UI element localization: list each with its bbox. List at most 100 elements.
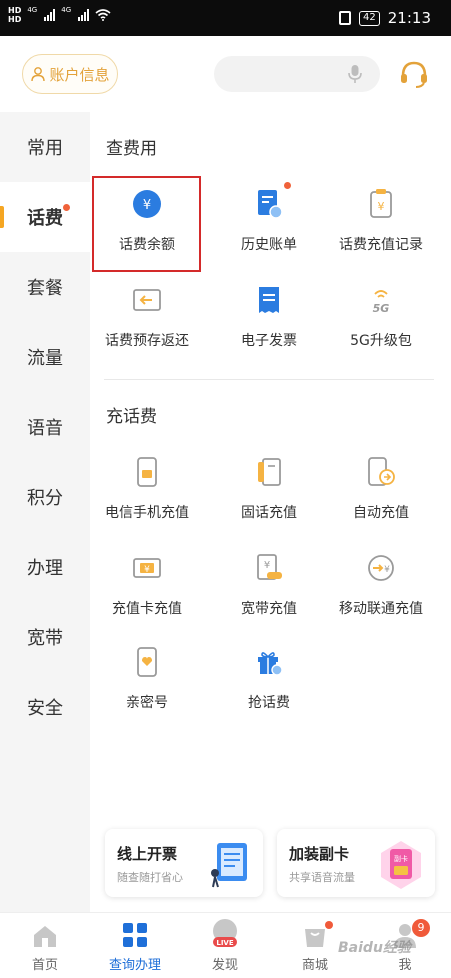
sidebar-item-common[interactable]: 常用	[0, 112, 90, 182]
intimate-number-item[interactable]: 亲密号	[90, 642, 204, 712]
sidebar-item-plan[interactable]: 套餐	[0, 252, 90, 322]
notification-dot	[325, 921, 333, 929]
sidebar-item-security[interactable]: 安全	[0, 672, 90, 742]
account-info-label: 账户信息	[49, 65, 110, 84]
auto-recharge-item[interactable]: 自动充值	[324, 452, 438, 522]
gift-icon	[249, 642, 289, 682]
history-bill-item[interactable]: 历史账单	[212, 182, 326, 254]
nav-home[interactable]: 首页	[0, 913, 90, 978]
battery-indicator: 42	[359, 10, 380, 26]
promo-title: 线上开票	[117, 845, 178, 863]
add-sub-card-card[interactable]: 加装副卡 共享语音流量 副卡	[277, 829, 435, 897]
vibrate-icon	[339, 11, 352, 25]
sidebar-item-data[interactable]: 流量	[0, 322, 90, 392]
auto-recharge-icon	[361, 452, 401, 492]
broadband-recharge-label: 宽带充值	[241, 601, 297, 617]
svg-text:副卡: 副卡	[394, 854, 408, 863]
status-right: 42 21:13	[339, 9, 431, 27]
recharge-record-icon: ¥	[361, 184, 401, 224]
sidebar-item-label: 安全	[27, 698, 63, 719]
nav-label: 查询办理	[108, 958, 161, 973]
sidebar-item-label: 话费	[27, 208, 63, 229]
account-info-button[interactable]: 账户信息	[22, 54, 118, 94]
online-invoice-card[interactable]: 线上开票 随查随打省心	[105, 829, 263, 897]
landline-icon	[249, 452, 289, 492]
live-icon: LIVE	[180, 913, 270, 949]
5g-package-label: 5G升级包	[350, 333, 412, 349]
nav-discover[interactable]: LIVE 发现	[180, 913, 270, 978]
history-bill-label: 历史账单	[241, 237, 297, 253]
home-icon	[0, 913, 90, 949]
sidebar-item-label: 办理	[27, 558, 63, 579]
notification-dot	[63, 204, 70, 211]
grab-credit-label: 抢话费	[248, 695, 290, 711]
nav-query[interactable]: 查询办理	[90, 913, 180, 978]
intimate-number-icon	[127, 642, 167, 682]
auto-recharge-label: 自动充值	[353, 505, 409, 521]
sidebar-item-phone-bill[interactable]: 话费	[0, 182, 90, 252]
sim1-label: HD	[8, 6, 22, 15]
status-bar: HD HD 4G 4G 42 21:13	[0, 0, 451, 36]
watermark: Baidu经验	[338, 940, 411, 956]
clock: 21:13	[387, 9, 431, 27]
other-carrier-recharge-label: 移动联通充值	[339, 601, 423, 617]
grab-credit-item[interactable]: 抢话费	[212, 642, 326, 712]
other-carrier-recharge-item[interactable]: ¥ 移动联通充值	[324, 548, 438, 618]
prepay-return-item[interactable]: 话费预存返还	[90, 280, 204, 350]
recharge-record-label: 话费充值记录	[339, 237, 423, 253]
nav-label: 发现	[211, 958, 238, 973]
sidebar-item-broadband[interactable]: 宽带	[0, 602, 90, 672]
notification-badge: 9	[412, 919, 430, 937]
customer-service-icon[interactable]	[398, 58, 430, 90]
signal2-icon	[78, 9, 90, 21]
sim-card-illustration-icon: 副卡	[381, 841, 421, 889]
network1-label: 4G	[27, 6, 38, 14]
notification-dot	[284, 182, 291, 189]
sidebar-item-label: 语音	[27, 418, 63, 439]
sidebar-item-handle[interactable]: 办理	[0, 532, 90, 602]
mobile-recharge-item[interactable]: 电信手机充值	[90, 452, 204, 522]
search-input[interactable]	[214, 56, 380, 92]
sidebar-item-label: 积分	[27, 488, 63, 509]
mobile-recharge-label: 电信手机充值	[105, 505, 189, 521]
landline-recharge-label: 固话充值	[241, 505, 297, 521]
section-divider	[104, 379, 434, 380]
wifi-icon	[95, 9, 111, 21]
bill-history-icon	[249, 182, 291, 224]
recharge-record-item[interactable]: ¥ 话费充值记录	[324, 184, 438, 254]
main-content: 查费用 ¥ 话费余额 历史账单 ¥ 话费充值记录 话费预存返还 电子发票 5G …	[90, 112, 451, 912]
microphone-icon[interactable]	[348, 64, 362, 84]
promo-subtitle: 随查随打省心	[117, 871, 183, 884]
user-outline-icon	[31, 67, 46, 82]
landline-recharge-item[interactable]: 固话充值	[212, 452, 326, 522]
promo-title: 加装副卡	[289, 845, 350, 863]
signal-group: HD HD 4G 4G	[8, 6, 111, 24]
highlight-box	[92, 176, 201, 272]
broadband-recharge-icon: ¥	[249, 548, 289, 588]
top-header: 账户信息	[0, 36, 451, 112]
section-title-recharge: 充话费	[106, 407, 157, 427]
e-invoice-item[interactable]: 电子发票	[212, 280, 326, 350]
svg-text:¥: ¥	[378, 200, 385, 213]
invoice-icon	[249, 280, 289, 320]
prepay-return-label: 话费预存返还	[105, 333, 189, 349]
sidebar-item-label: 流量	[27, 348, 63, 369]
sidebar-item-points[interactable]: 积分	[0, 462, 90, 532]
promo-subtitle: 共享语音流量	[289, 871, 355, 884]
card-recharge-item[interactable]: ¥ 充值卡充值	[90, 548, 204, 618]
nav-label: 首页	[31, 958, 58, 973]
card-recharge-label: 充值卡充值	[112, 601, 182, 617]
e-invoice-label: 电子发票	[241, 333, 297, 349]
svg-text:5G: 5G	[373, 302, 390, 315]
broadband-recharge-item[interactable]: ¥ 宽带充值	[212, 548, 326, 618]
svg-text:¥: ¥	[384, 565, 390, 575]
sidebar-item-label: 套餐	[27, 278, 63, 299]
intimate-number-label: 亲密号	[126, 695, 168, 711]
sidebar-item-voice[interactable]: 语音	[0, 392, 90, 462]
signal1-icon	[44, 9, 56, 21]
prepay-return-icon	[127, 280, 167, 320]
5g-package-item[interactable]: 5G 5G升级包	[324, 280, 438, 350]
svg-text:¥: ¥	[144, 565, 150, 575]
sidebar-item-label: 常用	[27, 138, 63, 159]
svg-text:LIVE: LIVE	[216, 939, 233, 947]
